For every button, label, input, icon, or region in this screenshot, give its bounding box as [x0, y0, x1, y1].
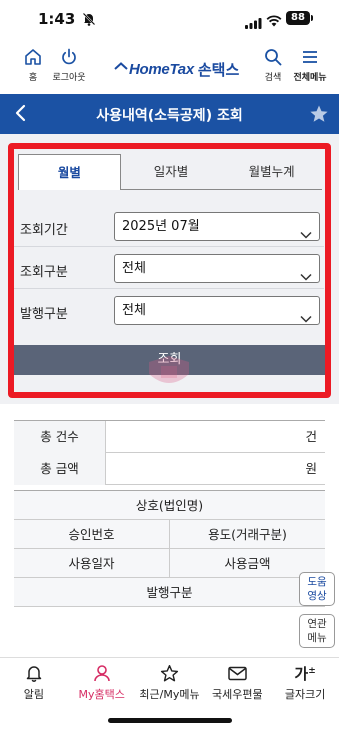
- logo-korean: 손택스: [197, 60, 240, 79]
- page-title: 사용내역(소득공제) 조회: [96, 108, 243, 124]
- help-video-line1: 도움: [307, 576, 327, 588]
- nav-notifications-label: 알림: [23, 688, 45, 701]
- detail-header-table: 상호(법인명) 승인번호 용도(거래구분) 사용일자 사용금액 발행구분: [14, 490, 325, 607]
- nav-my-hometax-label: My홈택스: [78, 688, 125, 701]
- home-icon: [25, 49, 41, 65]
- related-menu-line1: 연관: [307, 618, 327, 630]
- star-icon: [136, 662, 204, 684]
- highlight-frame: [8, 143, 331, 398]
- mail-icon: [203, 662, 271, 684]
- search-icon: [265, 49, 282, 66]
- hamburger-icon: [303, 51, 317, 63]
- help-video-button[interactable]: 도움 영상: [299, 572, 335, 606]
- logo-house-icon: [114, 62, 128, 70]
- nav-notifications[interactable]: 알림: [0, 658, 68, 730]
- menu-button[interactable]: 전체메뉴: [290, 48, 330, 83]
- home-label: 홈: [28, 73, 38, 83]
- table-row: 승인번호 용도(거래구분): [14, 520, 325, 549]
- merchant-header: 상호(법인명): [135, 498, 204, 513]
- favorite-star-icon[interactable]: [309, 104, 329, 128]
- logout-label: 로그아웃: [52, 73, 86, 83]
- font-size-icon: 가±: [294, 664, 316, 683]
- table-row: 상호(법인명): [14, 491, 325, 520]
- related-menu-line2: 메뉴: [307, 632, 327, 644]
- power-icon: [62, 48, 76, 65]
- clock: 1:43: [38, 10, 76, 28]
- app-header: 홈 로그아웃 HomeTax 손택스 검색 전체메뉴: [0, 48, 339, 90]
- hometax-logo[interactable]: HomeTax 손택스: [114, 56, 239, 82]
- issue-type-header: 발행구분: [146, 585, 193, 600]
- status-bar: 1:43 88: [0, 0, 339, 40]
- total-amount-label: 총 금액: [14, 453, 106, 485]
- home-button[interactable]: 홈: [22, 48, 44, 83]
- purpose-header: 용도(거래구분): [169, 520, 325, 548]
- summary-table: 총 건수 건 총 금액 원: [14, 420, 325, 485]
- title-bar: 사용내역(소득공제) 조회: [0, 94, 339, 134]
- nav-font-size-label: 글자크기: [284, 688, 326, 701]
- nav-font-size[interactable]: 가± 글자크기: [271, 658, 339, 730]
- total-count-label: 총 건수: [14, 421, 106, 453]
- muted-bell-icon: [82, 11, 96, 30]
- battery-icon: 88: [286, 11, 310, 25]
- home-indicator: [108, 718, 232, 723]
- total-amount-unit: 원: [305, 461, 317, 476]
- wifi-icon: [266, 12, 282, 31]
- table-row: 발행구분: [14, 578, 325, 607]
- help-video-line2: 영상: [307, 590, 327, 602]
- search-label: 검색: [264, 73, 282, 83]
- bell-icon: [0, 662, 68, 684]
- signal-icon: [245, 14, 262, 33]
- table-row: 총 금액 원: [14, 453, 325, 485]
- logo-text: HomeTax: [129, 60, 194, 78]
- approval-no-header: 승인번호: [68, 527, 115, 542]
- battery-tip: [311, 15, 313, 21]
- nav-tax-mail-label: 국세우편물: [211, 688, 263, 701]
- related-menu-button[interactable]: 연관 메뉴: [299, 614, 335, 648]
- logout-button[interactable]: 로그아웃: [50, 48, 88, 83]
- scroll-fade: [14, 607, 325, 647]
- total-count-unit: 건: [305, 429, 317, 444]
- menu-label: 전체메뉴: [293, 73, 327, 83]
- table-row: 총 건수 건: [14, 421, 325, 453]
- person-icon: [68, 662, 136, 684]
- table-row: 사용일자 사용금액: [14, 549, 325, 578]
- nav-recent-my-menu-label: 최근/My메뉴: [139, 688, 200, 701]
- search-button[interactable]: 검색: [258, 48, 288, 83]
- use-date-header: 사용일자: [68, 556, 115, 571]
